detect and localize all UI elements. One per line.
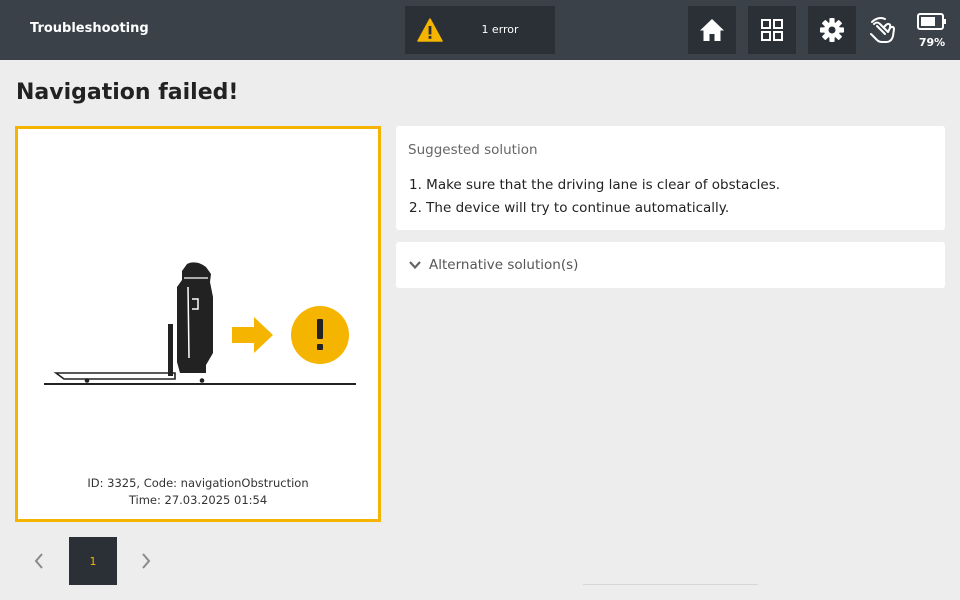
suggested-solution-panel: Suggested solution 1. Make sure that the… bbox=[396, 126, 945, 230]
solution-step: 1. Make sure that the driving lane is cl… bbox=[409, 177, 781, 193]
battery-status: 79% bbox=[914, 12, 950, 52]
battery-icon bbox=[917, 13, 946, 30]
error-meta: ID: 3325, Code: navigationObstruction Ti… bbox=[18, 475, 378, 509]
obstruction-illustration bbox=[44, 262, 356, 385]
arrow-right-icon bbox=[232, 317, 273, 353]
error-card: ID: 3325, Code: navigationObstruction Ti… bbox=[15, 126, 381, 522]
app-title: Troubleshooting bbox=[30, 21, 149, 36]
alternative-solutions-toggle[interactable]: Alternative solution(s) bbox=[396, 242, 945, 288]
settings-button[interactable] bbox=[808, 6, 856, 54]
alert-circle-icon bbox=[291, 306, 349, 364]
alternative-solutions-label: Alternative solution(s) bbox=[429, 257, 579, 273]
page-title: Navigation failed! bbox=[16, 80, 239, 105]
previous-page-button[interactable] bbox=[20, 537, 58, 585]
error-count: 1 error bbox=[481, 23, 519, 36]
chevron-down-icon bbox=[409, 261, 421, 270]
home-icon bbox=[700, 19, 724, 41]
warning-triangle-icon bbox=[417, 18, 443, 42]
next-page-button[interactable] bbox=[127, 537, 165, 585]
menu-grid-button[interactable] bbox=[748, 6, 796, 54]
divider bbox=[583, 584, 758, 585]
chevron-right-icon bbox=[142, 553, 151, 569]
solution-step: 2. The device will try to continue autom… bbox=[409, 200, 730, 216]
gear-icon bbox=[820, 18, 844, 42]
top-bar: Troubleshooting 1 error 79% bbox=[0, 0, 960, 60]
floor-line-icon bbox=[44, 383, 356, 385]
error-time: Time: 27.03.2025 01:54 bbox=[128, 493, 268, 507]
grid-icon bbox=[761, 19, 783, 41]
error-indicator[interactable]: 1 error bbox=[405, 6, 555, 54]
home-button[interactable] bbox=[688, 6, 736, 54]
hand-touch-icon[interactable] bbox=[868, 14, 904, 46]
page-number-button[interactable]: 1 bbox=[69, 537, 117, 585]
error-id-code: ID: 3325, Code: navigationObstruction bbox=[87, 476, 309, 490]
chevron-left-icon bbox=[34, 553, 43, 569]
solution-steps: 1. Make sure that the driving lane is cl… bbox=[409, 174, 780, 220]
suggested-solution-title: Suggested solution bbox=[408, 142, 538, 158]
battery-percentage: 79% bbox=[918, 36, 946, 49]
